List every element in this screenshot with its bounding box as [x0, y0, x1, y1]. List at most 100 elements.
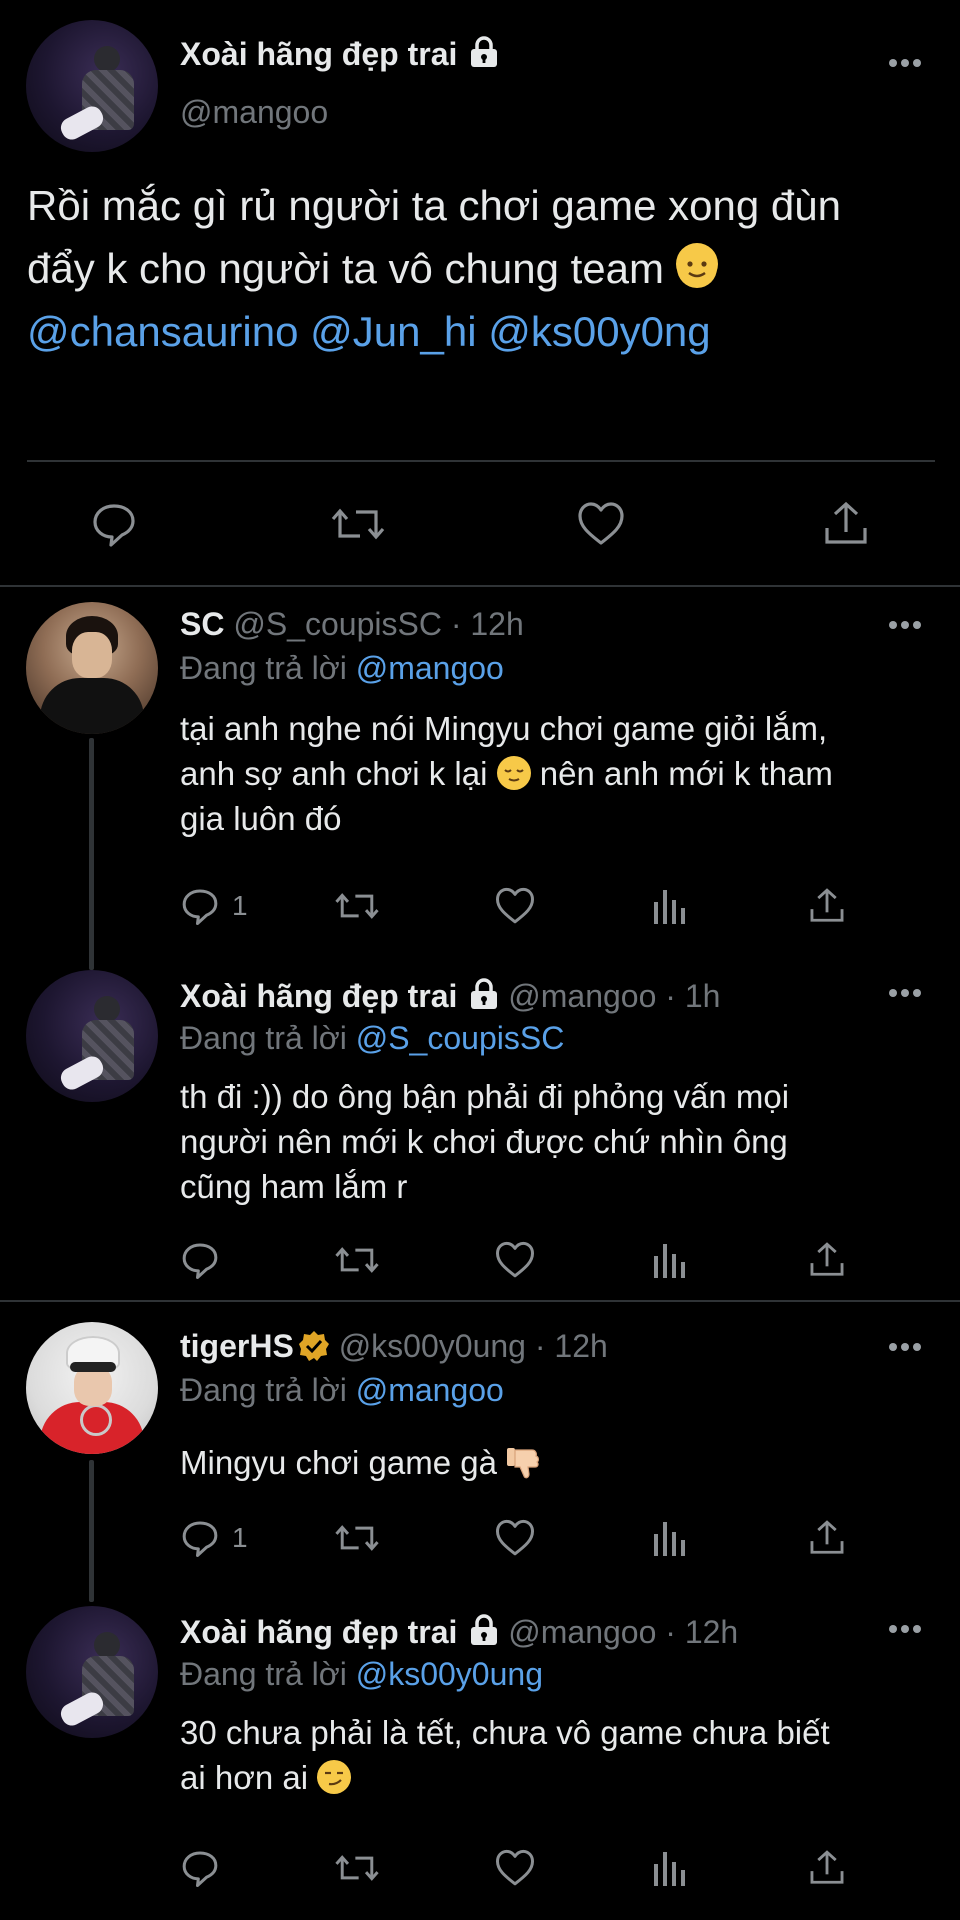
- views-icon: [654, 1852, 685, 1886]
- views-icon: [654, 1244, 685, 1278]
- more-icon[interactable]: [888, 988, 922, 998]
- reply-text-line: anh sợ anh chơi k lại nên anh mới k tham: [180, 751, 833, 796]
- tweet-text: Rồi mắc gì rủ người ta chơi game xong đù…: [27, 174, 947, 363]
- mention-link[interactable]: @ks00y0ng: [488, 308, 710, 355]
- retweet-icon: [335, 893, 379, 919]
- display-name[interactable]: Xoài hãng đẹp trai: [180, 1614, 457, 1650]
- avatar[interactable]: [26, 1606, 158, 1738]
- views-button[interactable]: [652, 1240, 688, 1280]
- divider: [27, 460, 935, 462]
- reply-text: th đi :)) do ông bận phải đi phỏng vấn m…: [180, 1074, 789, 1209]
- mentions: @chansaurino @Jun_hi @ks00y0ng: [27, 300, 947, 363]
- author-name-line[interactable]: Xoài hãng đẹp trai: [180, 36, 499, 73]
- display-name[interactable]: Xoài hãng đẹp trai: [180, 36, 457, 72]
- share-button[interactable]: [808, 886, 846, 926]
- retweet-button[interactable]: [334, 1240, 380, 1280]
- reply-text-span: Mingyu chơi game gà: [180, 1444, 497, 1481]
- avatar[interactable]: [26, 20, 158, 152]
- more-icon[interactable]: [888, 58, 922, 68]
- handle[interactable]: @mangoo: [508, 1614, 656, 1650]
- mention-link[interactable]: @mangoo: [356, 650, 504, 686]
- timestamp[interactable]: 1h: [685, 978, 721, 1014]
- retweet-button[interactable]: [334, 1518, 380, 1558]
- separator: ·: [441, 606, 471, 642]
- handle[interactable]: @mangoo: [508, 978, 656, 1014]
- more-icon[interactable]: [888, 1624, 922, 1634]
- reply-text-span: anh sợ anh chơi k lại: [180, 755, 488, 792]
- like-icon: [578, 502, 624, 545]
- views-icon: [654, 890, 685, 924]
- reply-text-line: tại anh nghe nói Mingyu chơi game giỏi l…: [180, 710, 828, 747]
- smirk-emoji-icon: [317, 1760, 352, 1794]
- replying-to: Đang trả lời @ks00y0ung: [180, 1656, 543, 1693]
- share-icon: [825, 501, 867, 544]
- reply-button[interactable]: [180, 886, 220, 926]
- handle[interactable]: @ks00y0ung: [339, 1328, 526, 1364]
- reply-header: Xoài hãng đẹp trai @mangoo · 12h: [180, 1614, 738, 1651]
- share-icon: [810, 1242, 844, 1276]
- like-button[interactable]: [494, 1240, 536, 1280]
- separator: ·: [656, 1614, 685, 1650]
- share-button[interactable]: [808, 1848, 846, 1888]
- replying-to: Đang trả lời @mangoo: [180, 1372, 504, 1409]
- mention-link[interactable]: @chansaurino: [27, 308, 298, 355]
- handle[interactable]: @S_coupisSC: [233, 606, 442, 642]
- views-icon: [654, 1522, 685, 1556]
- mention-link[interactable]: @S_coupisSC: [356, 1020, 565, 1056]
- views-button[interactable]: [652, 1848, 688, 1888]
- retweet-button[interactable]: [334, 1848, 380, 1888]
- retweet-icon: [335, 1525, 379, 1551]
- thread-line: [89, 738, 94, 970]
- retweet-button[interactable]: [334, 886, 380, 926]
- reply-icon: [182, 1521, 218, 1557]
- reply-button[interactable]: [180, 1848, 220, 1888]
- like-button[interactable]: [494, 886, 536, 926]
- mention-link[interactable]: @mangoo: [356, 1372, 504, 1408]
- display-name[interactable]: Xoài hãng đẹp trai: [180, 978, 457, 1014]
- avatar[interactable]: [26, 1322, 158, 1454]
- avatar[interactable]: [26, 602, 158, 734]
- like-icon: [496, 1849, 534, 1886]
- divider: [0, 585, 960, 587]
- reply-button[interactable]: [90, 500, 138, 548]
- views-button[interactable]: [652, 886, 688, 926]
- more-icon[interactable]: [888, 1342, 922, 1352]
- like-button[interactable]: [494, 1518, 536, 1558]
- retweet-icon: [335, 1855, 379, 1881]
- main-tweet: Xoài hãng đẹp trai @mangoo Rồi mắc gì rủ…: [0, 0, 960, 585]
- timestamp[interactable]: 12h: [685, 1614, 738, 1650]
- share-button[interactable]: [822, 500, 870, 548]
- reply-text-line: Mingyu chơi game gà: [180, 1440, 542, 1485]
- reply-icon: [182, 1243, 218, 1279]
- reply-button[interactable]: [180, 1240, 220, 1280]
- divider: [0, 1300, 960, 1302]
- replying-to-label: Đang trả lời: [180, 1372, 347, 1408]
- replying-to-label: Đang trả lời: [180, 650, 347, 686]
- share-button[interactable]: [808, 1240, 846, 1280]
- reply-text: 30 chưa phải là tết, chưa vô game chưa b…: [180, 1710, 830, 1800]
- like-button[interactable]: [576, 500, 626, 548]
- retweet-icon: [335, 1247, 379, 1273]
- reply-text-line: th đi :)) do ông bận phải đi phỏng vấn m…: [180, 1078, 790, 1115]
- reply-button[interactable]: [180, 1518, 220, 1558]
- avatar[interactable]: [26, 970, 158, 1102]
- timestamp[interactable]: 12h: [554, 1328, 607, 1364]
- display-name[interactable]: tigerHS: [180, 1328, 294, 1364]
- reply-text-line: 30 chưa phải là tết, chưa vô game chưa b…: [180, 1714, 830, 1751]
- replying-to-label: Đang trả lời: [180, 1020, 347, 1056]
- tweet-text-line: đẩy k cho người ta vô chung team: [27, 237, 947, 300]
- mention-link[interactable]: @ks00y0ung: [356, 1656, 543, 1692]
- reply-header: Xoài hãng đẹp trai @mangoo · 1h: [180, 978, 720, 1015]
- reply-text-line: cũng ham lắm r: [180, 1168, 408, 1205]
- reply-text: tại anh nghe nói Mingyu chơi game giỏi l…: [180, 706, 833, 841]
- display-name[interactable]: SC: [180, 606, 224, 642]
- lock-icon: [471, 36, 498, 67]
- like-button[interactable]: [494, 1848, 536, 1888]
- mention-link[interactable]: @Jun_hi: [310, 308, 476, 355]
- handle[interactable]: @mangoo: [180, 94, 328, 131]
- views-button[interactable]: [652, 1518, 688, 1558]
- timestamp[interactable]: 12h: [470, 606, 523, 642]
- retweet-button[interactable]: [330, 500, 386, 548]
- share-button[interactable]: [808, 1518, 846, 1558]
- more-icon[interactable]: [888, 620, 922, 630]
